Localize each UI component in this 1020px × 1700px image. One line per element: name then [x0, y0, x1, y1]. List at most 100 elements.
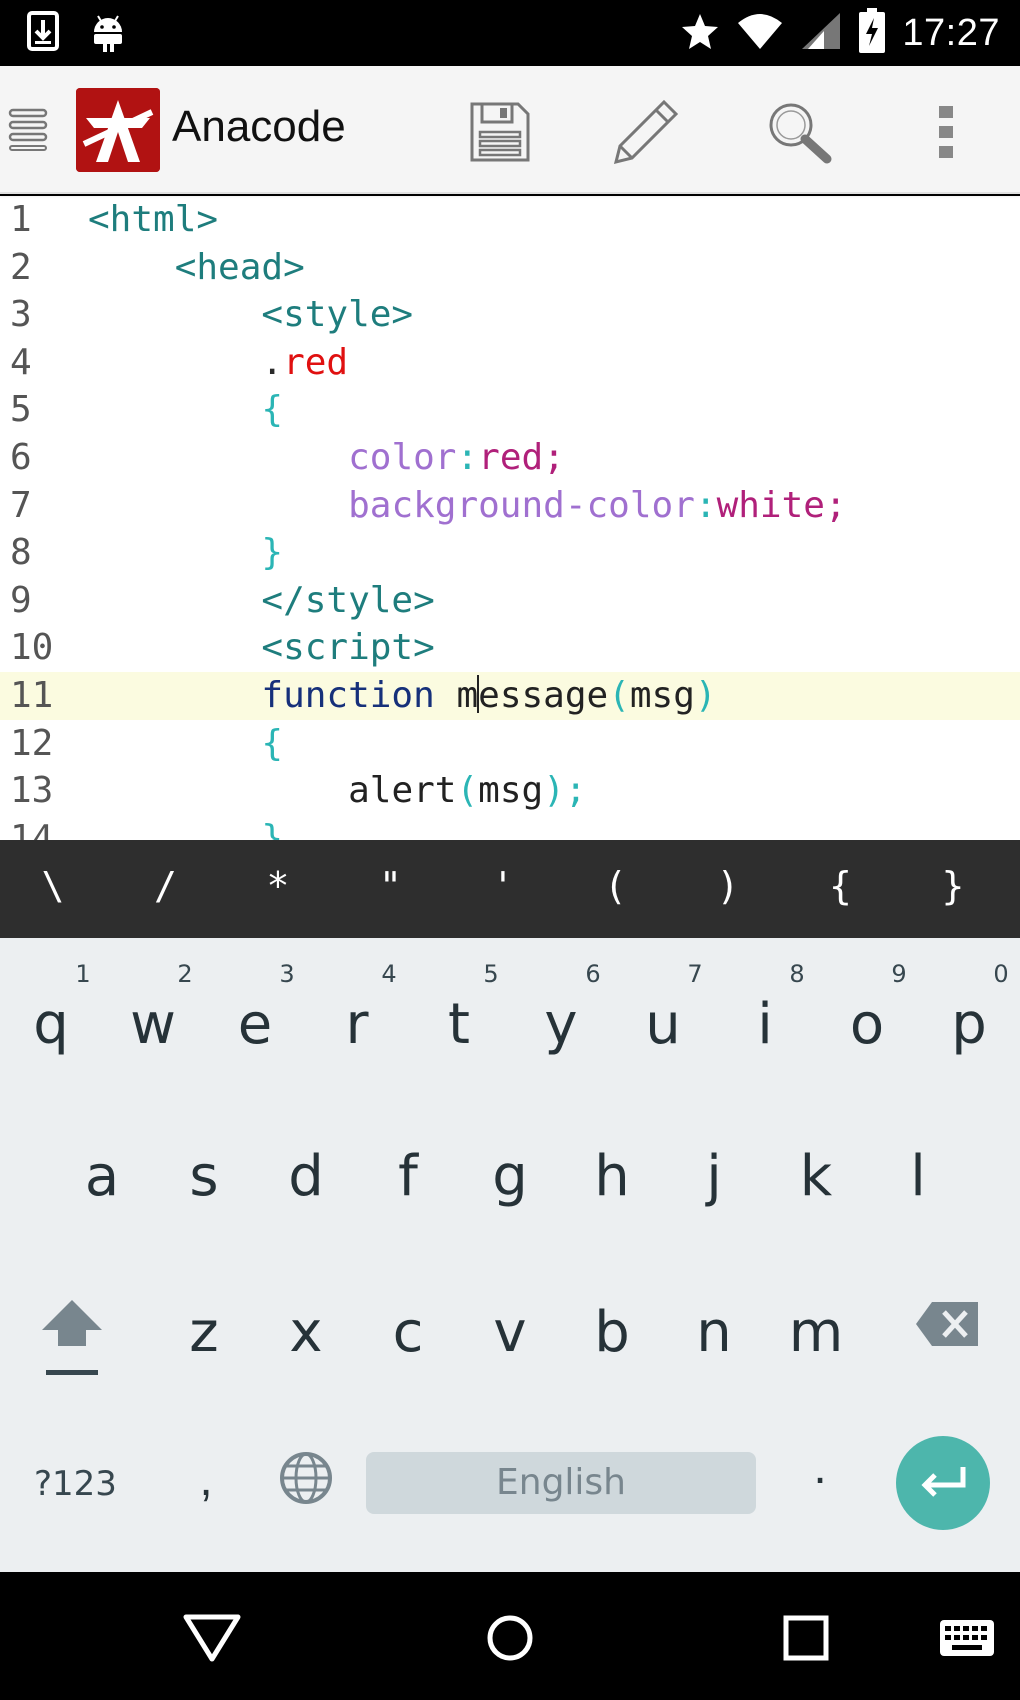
- key-w[interactable]: w: [108, 992, 198, 1057]
- key-hint: 2: [177, 960, 193, 988]
- status-bar: 17:27: [0, 0, 1020, 66]
- delete-key[interactable]: [914, 1298, 982, 1350]
- space-key[interactable]: English: [366, 1452, 756, 1514]
- key-b[interactable]: b: [567, 1300, 657, 1365]
- save-button[interactable]: [462, 94, 538, 170]
- code-line[interactable]: 7 background-color:white;: [0, 482, 1020, 530]
- code-editor[interactable]: 1 <html> 2 <head> 3 <style> 4 .red 5 {6 color…: [0, 196, 1020, 840]
- code-line[interactable]: 8 }: [0, 529, 1020, 577]
- key-k[interactable]: k: [771, 1144, 861, 1209]
- code-token: :: [694, 484, 717, 526]
- code-line[interactable]: 13 alert(msg);: [0, 767, 1020, 815]
- code-line[interactable]: 4 .red: [0, 339, 1020, 387]
- key-hint: 1: [75, 960, 91, 988]
- star-icon: [680, 11, 720, 56]
- line-number: 14: [10, 817, 54, 840]
- symbol-key[interactable]: {: [816, 864, 866, 908]
- key-h[interactable]: h: [567, 1144, 657, 1209]
- code-text: color:red;: [88, 434, 565, 482]
- key-s[interactable]: s: [159, 1144, 249, 1209]
- code-line[interactable]: 5 {: [0, 386, 1020, 434]
- code-line[interactable]: 14 }: [0, 815, 1020, 840]
- line-number: 1: [10, 199, 32, 240]
- symbol-key[interactable]: ': [478, 864, 528, 908]
- key-x[interactable]: x: [261, 1300, 351, 1365]
- code-token: msg: [478, 770, 544, 812]
- code-text: background-color:white;: [88, 482, 847, 530]
- code-line[interactable]: 11 function message(msg): [0, 672, 1020, 720]
- enter-key[interactable]: [896, 1436, 990, 1530]
- line-number: 6: [10, 437, 32, 478]
- search-button[interactable]: [760, 94, 836, 170]
- drawer-icon[interactable]: [8, 106, 48, 152]
- more-options-button[interactable]: [908, 94, 984, 170]
- code-token: <head>: [174, 246, 305, 288]
- code-line[interactable]: 6 color:red;: [0, 434, 1020, 482]
- shift-key[interactable]: [36, 1294, 108, 1384]
- key-f[interactable]: f: [363, 1144, 453, 1209]
- line-number: 9: [10, 579, 32, 621]
- keyboard-switch-icon: [940, 1620, 994, 1656]
- code-token: );: [543, 770, 587, 812]
- recents-button[interactable]: [774, 1606, 838, 1670]
- key-z[interactable]: z: [159, 1300, 249, 1365]
- code-text: .red: [88, 339, 348, 387]
- symbol-key[interactable]: (: [591, 864, 641, 908]
- key-p[interactable]: p: [924, 992, 1014, 1057]
- code-line[interactable]: 9 </style>: [0, 577, 1020, 625]
- symbol-key[interactable]: *: [253, 864, 303, 908]
- key-q[interactable]: q: [6, 992, 96, 1057]
- key-n[interactable]: n: [669, 1300, 759, 1365]
- symbol-key[interactable]: /: [141, 864, 191, 908]
- symbol-key[interactable]: ": [366, 864, 416, 908]
- code-token: (: [456, 770, 479, 812]
- code-line[interactable]: 10 <script>: [0, 624, 1020, 672]
- key-j[interactable]: j: [669, 1144, 759, 1209]
- key-g[interactable]: g: [465, 1144, 555, 1209]
- code-line[interactable]: 12 {: [0, 720, 1020, 768]
- key-u[interactable]: u: [618, 992, 708, 1057]
- period-key[interactable]: .: [800, 1440, 840, 1495]
- key-i[interactable]: i: [720, 992, 810, 1057]
- key-hint: 6: [585, 960, 601, 988]
- code-token: ): [694, 675, 717, 716]
- code-text: function message(msg): [88, 672, 717, 720]
- symbol-key[interactable]: ): [703, 864, 753, 908]
- code-text: </style>: [88, 577, 435, 625]
- key-e[interactable]: e: [210, 992, 300, 1057]
- key-v[interactable]: v: [465, 1300, 555, 1365]
- key-t[interactable]: t: [414, 992, 504, 1057]
- line-number: 5: [10, 389, 32, 431]
- key-a[interactable]: a: [57, 1144, 147, 1209]
- symbol-key[interactable]: \: [28, 864, 78, 908]
- shift-icon: [42, 1300, 102, 1375]
- key-y[interactable]: y: [516, 992, 606, 1057]
- symbols-switch-key[interactable]: ?123: [34, 1464, 117, 1504]
- key-m[interactable]: m: [771, 1300, 861, 1365]
- key-o[interactable]: o: [822, 992, 912, 1057]
- code-token: }: [261, 817, 284, 840]
- code-line[interactable]: 1 <html>: [0, 196, 1020, 244]
- language-switch-key[interactable]: [278, 1450, 334, 1506]
- code-text: {: [88, 720, 283, 768]
- back-button[interactable]: [180, 1606, 244, 1670]
- code-line[interactable]: 3 <style>: [0, 291, 1020, 339]
- home-button[interactable]: [478, 1606, 542, 1670]
- symbol-key[interactable]: }: [928, 864, 978, 908]
- edit-button[interactable]: [608, 94, 684, 170]
- key-r[interactable]: r: [312, 992, 402, 1057]
- comma-key[interactable]: ,: [186, 1452, 226, 1507]
- key-l[interactable]: l: [873, 1144, 963, 1209]
- code-token: </style>: [261, 579, 435, 621]
- code-line[interactable]: 2 <head>: [0, 244, 1020, 292]
- code-token: <script>: [261, 627, 435, 669]
- backspace-icon: [916, 1302, 978, 1346]
- key-c[interactable]: c: [363, 1300, 453, 1365]
- keyboard-switch-button[interactable]: [932, 1606, 1002, 1670]
- code-token: color: [348, 437, 457, 478]
- recents-icon: [783, 1615, 829, 1661]
- code-token: :: [456, 437, 479, 478]
- key-d[interactable]: d: [261, 1144, 351, 1209]
